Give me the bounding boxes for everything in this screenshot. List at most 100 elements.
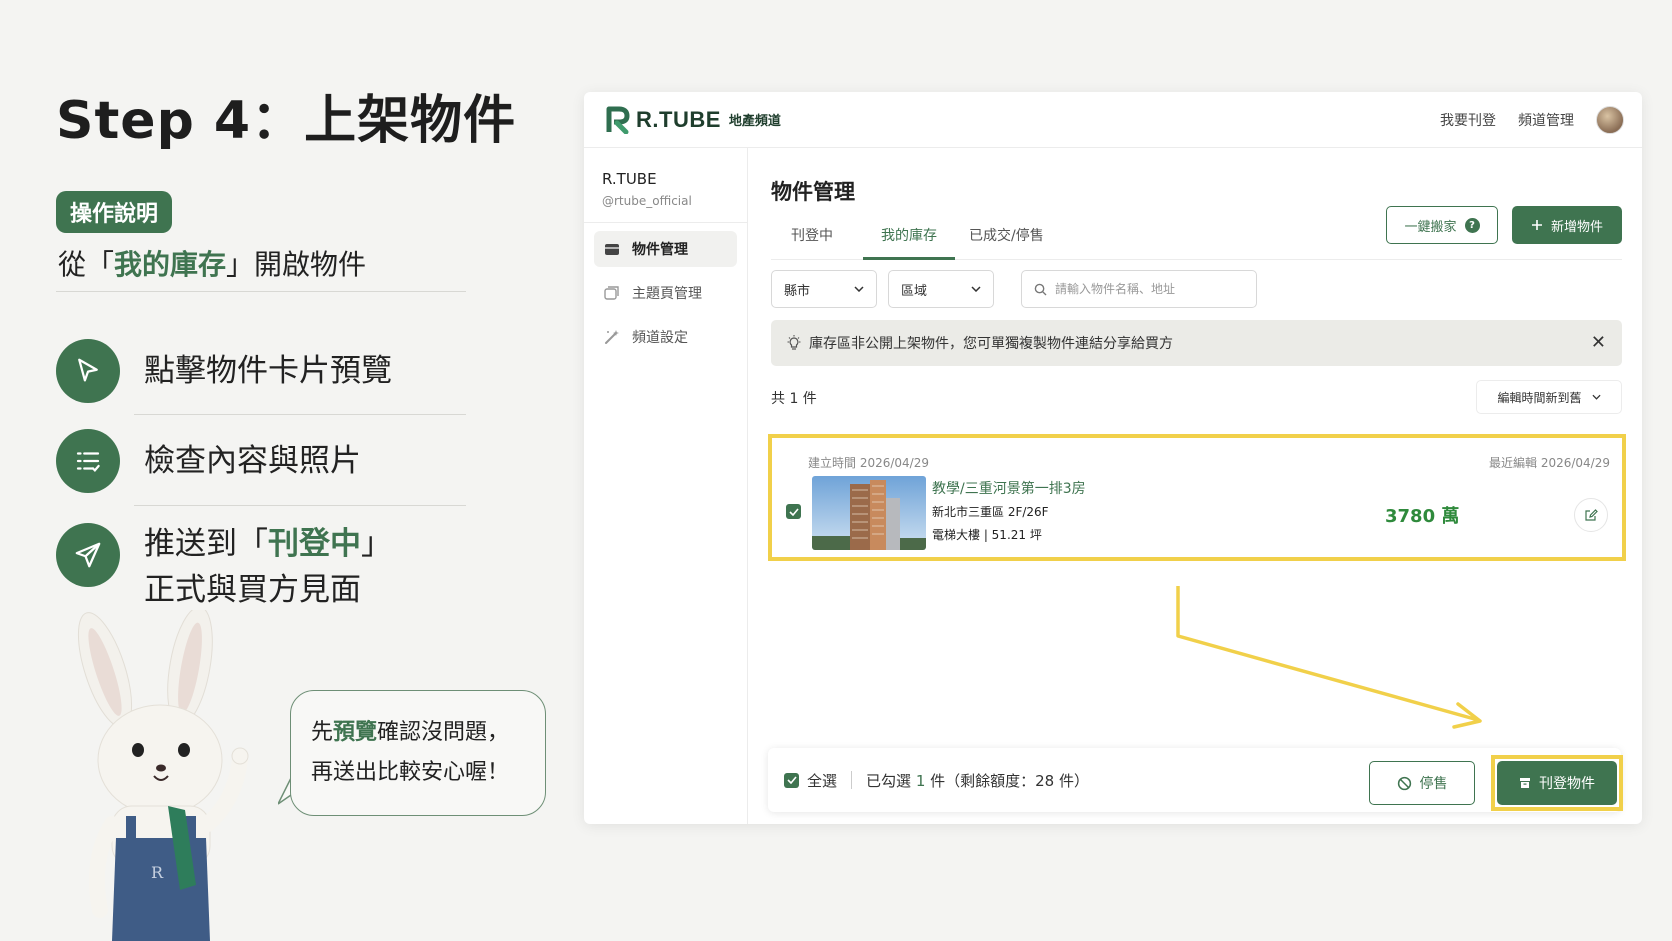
- chevron-down-icon: [854, 286, 864, 292]
- checklist-icon: [56, 429, 120, 493]
- edit-button[interactable]: [1574, 498, 1608, 532]
- top-nav: 我要刊登 頻道管理: [1440, 92, 1624, 148]
- search-box: [1021, 270, 1257, 308]
- sidebar-item-channel-settings[interactable]: 頻道設定: [594, 319, 737, 355]
- nav-link-publish[interactable]: 我要刊登: [1440, 110, 1496, 130]
- divider: [134, 505, 466, 506]
- one-click-move-button[interactable]: 一鍵搬家 ?: [1386, 206, 1498, 244]
- archive-box-icon: [1520, 778, 1530, 788]
- step-text: 推送到「刊登中」 正式與買方見面: [144, 521, 392, 613]
- sidebar-item-label: 頻道設定: [632, 330, 688, 346]
- step-text-line1: 推送到「刊登中」: [144, 521, 392, 567]
- county-select[interactable]: 縣市: [771, 270, 877, 308]
- help-icon[interactable]: ?: [1464, 217, 1480, 233]
- logo[interactable]: R.TUBE 地產頻道: [606, 106, 781, 134]
- bubble-line1: 先預覽確認沒問題，: [311, 713, 525, 753]
- bubble-post: 確認沒問題，: [377, 720, 510, 745]
- edit-icon: [1585, 509, 1598, 521]
- channel-name: R.TUBE: [602, 170, 657, 188]
- search-icon: [1034, 283, 1047, 296]
- bubble-highlight: 預覽: [333, 720, 378, 745]
- bubble-pre: 先: [311, 720, 334, 745]
- operation-badge: 操作說明: [56, 191, 173, 233]
- sidebar-item-listings[interactable]: 物件管理: [594, 231, 737, 267]
- guide-arrow-icon: [1176, 586, 1482, 729]
- operation-line-highlight: 我的庫存: [114, 248, 227, 281]
- step-item-publish: 推送到「刊登中」 正式與買方見面: [56, 523, 392, 613]
- sidebar-item-label: 主題頁管理: [632, 286, 702, 302]
- tab-inventory[interactable]: 我的庫存: [863, 218, 955, 260]
- step-text: 檢查內容與照片: [144, 443, 361, 479]
- step-text-pre: 推送到「: [144, 526, 268, 562]
- send-icon: [56, 523, 120, 587]
- svg-text:R: R: [151, 863, 164, 882]
- select-all-checkbox[interactable]: [784, 772, 799, 788]
- select-all-label[interactable]: 全選: [807, 770, 837, 791]
- step-title: Step 4：上架物件: [56, 91, 517, 151]
- listing-count: 共 1 件: [771, 391, 817, 407]
- bubble-line2: 再送出比較安心喔！: [311, 760, 510, 785]
- step-text: 點擊物件卡片預覽: [144, 353, 392, 389]
- selected-count-text: 已勾選 1 件（剩餘額度：28 件）: [866, 770, 1089, 791]
- sidebar-item-label: 物件管理: [632, 242, 688, 258]
- step-item-preview: 點擊物件卡片預覽: [56, 339, 392, 403]
- divider: [851, 771, 853, 789]
- add-listing-label: 新增物件: [1550, 219, 1603, 235]
- top-bar: R.TUBE 地產頻道 我要刊登 頻道管理: [584, 92, 1642, 148]
- search-input[interactable]: [1054, 282, 1244, 296]
- plus-icon: [1531, 220, 1542, 230]
- house-icon: [605, 244, 619, 255]
- nav-link-channel-manage[interactable]: 頻道管理: [1518, 110, 1574, 130]
- listing-info: 電梯大樓 | 51.21 坪: [932, 528, 1042, 542]
- selected-count: 1: [915, 771, 926, 790]
- logo-subtitle: 地產頻道: [728, 114, 781, 129]
- lightbulb-icon: [787, 335, 801, 350]
- listing-card[interactable]: 建立時間 2026/04/29 最近編輯 2026/04/29 教學/三重河景第…: [768, 434, 1626, 561]
- chevron-down-icon: [971, 286, 981, 292]
- listing-checkbox[interactable]: [786, 504, 801, 519]
- tutorial-panel: Step 4：上架物件 操作說明 從「我的庫存」開啟物件 點擊物件卡片預覽 檢查…: [0, 0, 560, 941]
- rtube-logo-icon: [606, 106, 630, 134]
- cursor-icon: [56, 339, 120, 403]
- chevron-down-icon: [1591, 394, 1601, 400]
- listing-title[interactable]: 教學/三重河景第一排3房: [932, 478, 1086, 498]
- listing-thumbnail[interactable]: [812, 476, 926, 550]
- listing-created-date: 建立時間 2026/04/29: [808, 456, 929, 470]
- step-text-post: 」: [361, 526, 392, 562]
- listing-address: 新北市三重區 2F/26F: [932, 505, 1049, 519]
- pages-icon: [604, 286, 619, 300]
- sort-select[interactable]: 編輯時間新到舊: [1476, 380, 1622, 414]
- tab-sold-stopped[interactable]: 已成交/停售: [951, 218, 1062, 260]
- selected-pre: 已勾選: [866, 771, 912, 790]
- checkmark-icon: [788, 507, 799, 516]
- channel-handle: @rtube_official: [584, 188, 747, 223]
- close-icon[interactable]: ✕: [1591, 332, 1606, 353]
- publish-listing-label: 刊登物件: [1539, 776, 1595, 792]
- step-item-check: 檢查內容與照片: [56, 429, 361, 493]
- tab-published[interactable]: 刊登中: [773, 218, 851, 260]
- operation-line-post: 」開啟物件: [226, 248, 367, 281]
- magic-wand-icon: [605, 330, 619, 344]
- operation-line-pre: 從「: [58, 248, 115, 281]
- district-select[interactable]: 區域: [888, 270, 994, 308]
- checkmark-icon: [786, 776, 797, 784]
- ban-icon: [1397, 776, 1411, 790]
- avatar[interactable]: [1596, 106, 1624, 134]
- one-click-move-label: 一鍵搬家: [1404, 219, 1457, 235]
- sidebar-item-topic-pages[interactable]: 主題頁管理: [594, 275, 737, 311]
- divider: [134, 414, 466, 415]
- bulk-action-bar: 全選 已勾選 1 件（剩餘額度：28 件） 停售 刊登物件: [768, 748, 1623, 812]
- step-text-highlight: 刊登中: [268, 526, 361, 562]
- sidebar: R.TUBE @rtube_official 物件管理 主題頁管理 頻道設定: [584, 148, 748, 824]
- publish-listing-button[interactable]: 刊登物件: [1497, 761, 1617, 805]
- bunny-mascot-illustration: R: [77, 610, 249, 941]
- operation-line: 從「我的庫存」開啟物件: [58, 243, 366, 283]
- divider: [56, 291, 466, 292]
- speech-bubble: 先預覽確認沒問題， 再送出比較安心喔！: [290, 690, 546, 816]
- stop-sale-label: 停售: [1419, 776, 1448, 792]
- listing-edited-date: 最近編輯 2026/04/29: [1489, 456, 1610, 470]
- stop-sale-button[interactable]: 停售: [1369, 761, 1475, 805]
- add-listing-button[interactable]: 新增物件: [1512, 206, 1622, 244]
- sort-select-value: 編輯時間新到舊: [1497, 390, 1582, 405]
- county-select-value: 縣市: [784, 283, 811, 299]
